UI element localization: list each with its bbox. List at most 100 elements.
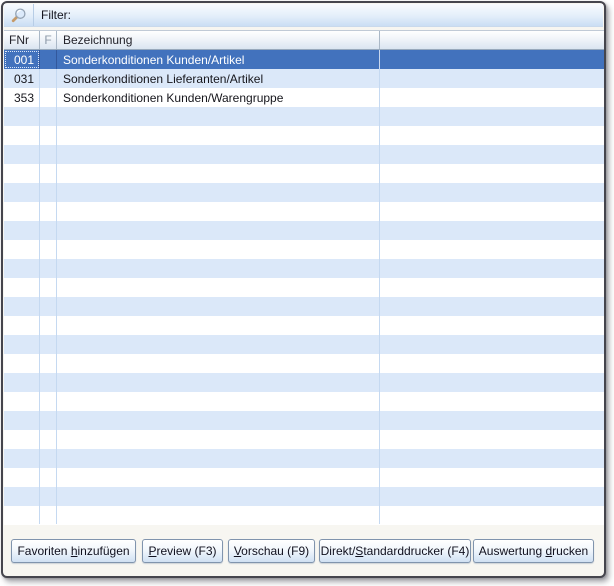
direkt-standarddrucker-f4-button[interactable]: Direkt/Standarddrucker (F4)	[319, 539, 471, 563]
cell-bez	[57, 411, 380, 430]
cell-f	[40, 354, 57, 373]
table-row[interactable]	[4, 278, 605, 297]
table-row[interactable]	[4, 202, 605, 221]
cell-fnr	[4, 335, 40, 354]
cell-f	[40, 430, 57, 449]
cell-bez	[57, 468, 380, 487]
cell-fnr	[4, 392, 40, 411]
cell-fill	[380, 354, 605, 373]
table-row[interactable]	[4, 392, 605, 411]
cell-fnr	[4, 107, 40, 126]
vorschau-f9-button[interactable]: Vorschau (F9)	[228, 539, 315, 563]
column-header-fnr[interactable]: FNr	[4, 31, 40, 49]
cell-bez	[57, 240, 380, 259]
cell-f	[40, 278, 57, 297]
table-row[interactable]	[4, 506, 605, 524]
auswertung-drucken-button[interactable]: Auswertung drucken	[473, 539, 594, 563]
cell-f	[40, 449, 57, 468]
cell-fnr: 001	[4, 50, 40, 69]
table-row[interactable]	[4, 335, 605, 354]
cell-fnr: 353	[4, 88, 40, 107]
preview-f3-button[interactable]: Preview (F3)	[142, 539, 223, 563]
table-row[interactable]	[4, 164, 605, 183]
cell-fill	[380, 278, 605, 297]
cell-fill	[380, 88, 605, 107]
cell-fill	[380, 316, 605, 335]
cell-fill	[380, 468, 605, 487]
cell-bez	[57, 297, 380, 316]
table-row[interactable]	[4, 316, 605, 335]
table-row[interactable]: 001Sonderkonditionen Kunden/Artikel	[4, 50, 605, 69]
cell-fnr	[4, 278, 40, 297]
cell-fnr	[4, 411, 40, 430]
table-row[interactable]	[4, 145, 605, 164]
table-row[interactable]	[4, 373, 605, 392]
cell-bez	[57, 221, 380, 240]
cell-fnr	[4, 145, 40, 164]
cell-f	[40, 69, 57, 88]
cell-f	[40, 126, 57, 145]
table-row[interactable]	[4, 259, 605, 278]
cell-f	[40, 316, 57, 335]
filter-icon-button[interactable]	[4, 4, 34, 26]
cell-bez	[57, 430, 380, 449]
table-row[interactable]	[4, 240, 605, 259]
cell-bez: Sonderkonditionen Lieferanten/Artikel	[57, 69, 380, 88]
table-row[interactable]: 031 Sonderkonditionen Lieferanten/Artikel	[4, 69, 605, 88]
cell-fill	[380, 411, 605, 430]
cell-f	[40, 506, 57, 524]
cell-fill	[380, 50, 605, 69]
column-header-filler	[380, 31, 605, 49]
table-row[interactable]	[4, 430, 605, 449]
cell-fnr	[4, 126, 40, 145]
table-row[interactable]: 353Sonderkonditionen Kunden/Warengruppe	[4, 88, 605, 107]
cell-bez	[57, 145, 380, 164]
table-row[interactable]	[4, 126, 605, 145]
favoriten-hinzufuegen-button[interactable]: Favoriten hinzufügen	[11, 539, 136, 563]
table-row[interactable]	[4, 297, 605, 316]
table-row[interactable]	[4, 183, 605, 202]
cell-fnr	[4, 259, 40, 278]
cell-fill	[380, 126, 605, 145]
cell-fill	[380, 506, 605, 524]
table-row[interactable]	[4, 449, 605, 468]
cell-f	[40, 297, 57, 316]
cell-f	[40, 164, 57, 183]
cell-bez	[57, 506, 380, 524]
reports-table: FNr F Bezeichnung 001Sonderkonditionen K…	[4, 30, 605, 525]
column-header-f[interactable]: F	[40, 31, 57, 49]
cell-bez	[57, 183, 380, 202]
cell-bez	[57, 335, 380, 354]
cell-bez	[57, 354, 380, 373]
table-row[interactable]	[4, 487, 605, 506]
cell-bez	[57, 316, 380, 335]
cell-f	[40, 373, 57, 392]
cell-fnr	[4, 487, 40, 506]
cell-bez	[57, 278, 380, 297]
cell-bez	[57, 164, 380, 183]
cell-fnr	[4, 202, 40, 221]
cell-fnr	[4, 297, 40, 316]
filter-label: Filter:	[41, 8, 71, 22]
table-row[interactable]	[4, 411, 605, 430]
cell-fill	[380, 107, 605, 126]
cell-f	[40, 107, 57, 126]
cell-f	[40, 50, 57, 69]
cell-fnr	[4, 240, 40, 259]
table-row[interactable]	[4, 221, 605, 240]
cell-fnr: 031	[4, 69, 40, 88]
report-selection-window: Filter: FNr F Bezeichnung 001Sonderkondi…	[1, 1, 606, 578]
table-row[interactable]	[4, 468, 605, 487]
cell-fill	[380, 183, 605, 202]
cell-fill	[380, 202, 605, 221]
cell-fill	[380, 221, 605, 240]
cell-bez	[57, 259, 380, 278]
cell-f	[40, 392, 57, 411]
cell-fill	[380, 449, 605, 468]
table-row[interactable]	[4, 107, 605, 126]
cell-fill	[380, 69, 605, 88]
cell-f	[40, 88, 57, 107]
table-row[interactable]	[4, 354, 605, 373]
column-header-bezeichnung[interactable]: Bezeichnung	[57, 31, 380, 49]
cell-fnr	[4, 164, 40, 183]
